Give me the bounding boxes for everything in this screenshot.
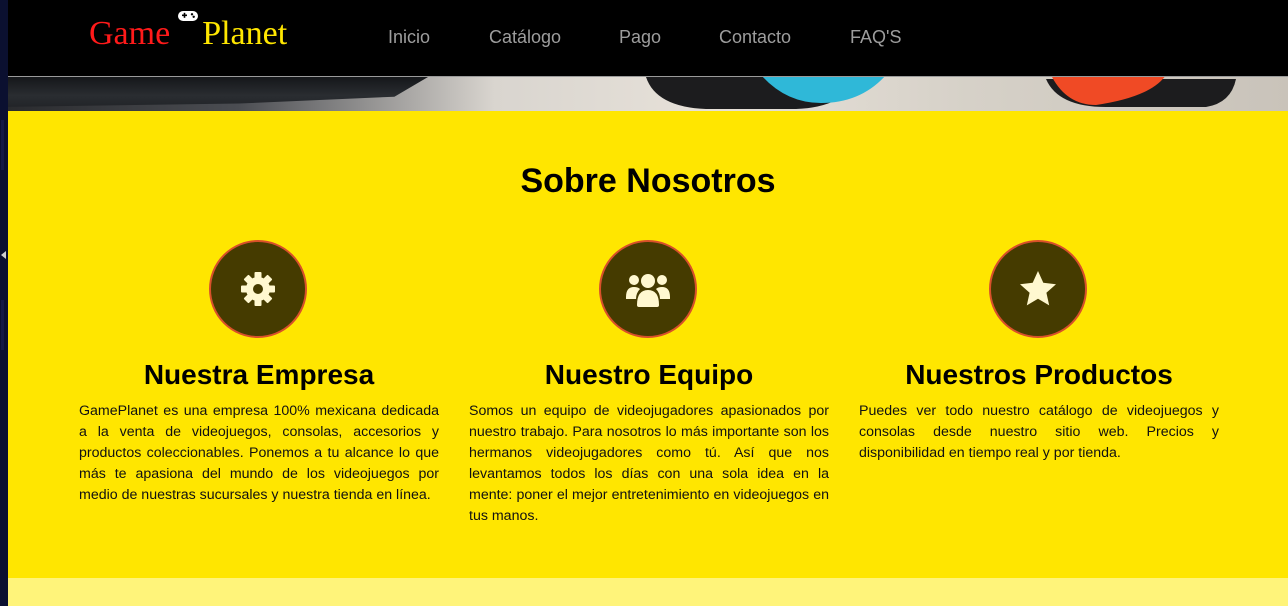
nav-link-faqs[interactable]: FAQ'S [850, 24, 901, 50]
about-section: Sobre Nosotros Nuestra Empresa GamePlane… [8, 111, 1288, 578]
logo-text-planet: Planet [202, 15, 288, 52]
nav-link-pago[interactable]: Pago [619, 24, 661, 50]
star-icon [1020, 271, 1056, 306]
feature-title: Nuestra Empresa [143, 359, 375, 390]
site-logo[interactable]: Game Planet [89, 11, 288, 59]
users-icon [626, 274, 670, 307]
nav-link-inicio[interactable]: Inicio [388, 24, 430, 50]
nav-link-catalogo[interactable]: Catálogo [489, 24, 561, 50]
banner-console-shape [8, 77, 428, 107]
navbar: Game Planet Inicio Catálogo Pago Contacto… [8, 0, 1288, 77]
logo-text-game: Game [89, 15, 171, 52]
feature-icon-circle [209, 240, 307, 338]
gamepad-icon [178, 0, 199, 21]
edge-tick [1, 120, 4, 170]
feature-icon-circle [599, 240, 697, 338]
feature-icon-circle [989, 240, 1087, 338]
feature-description: GamePlanet es una empresa 100% mexicana … [79, 403, 439, 503]
section-title: Sobre Nosotros [520, 162, 776, 200]
collapse-arrow-icon[interactable] [1, 251, 6, 259]
feature-description: Puedes ver todo nuestro catálogo de vide… [859, 403, 1219, 461]
nav-link-contacto[interactable]: Contacto [719, 24, 791, 50]
hero-image [8, 77, 1288, 111]
feature-description: Somos un equipo de videojugadores apasio… [469, 403, 829, 524]
feature-title: Nuestros Productos [905, 359, 1173, 390]
feature-title: Nuestro Equipo [544, 359, 754, 390]
edge-tick [1, 300, 4, 350]
gear-icon [241, 272, 275, 306]
next-section-band [8, 578, 1288, 606]
controller-image [646, 77, 1236, 109]
